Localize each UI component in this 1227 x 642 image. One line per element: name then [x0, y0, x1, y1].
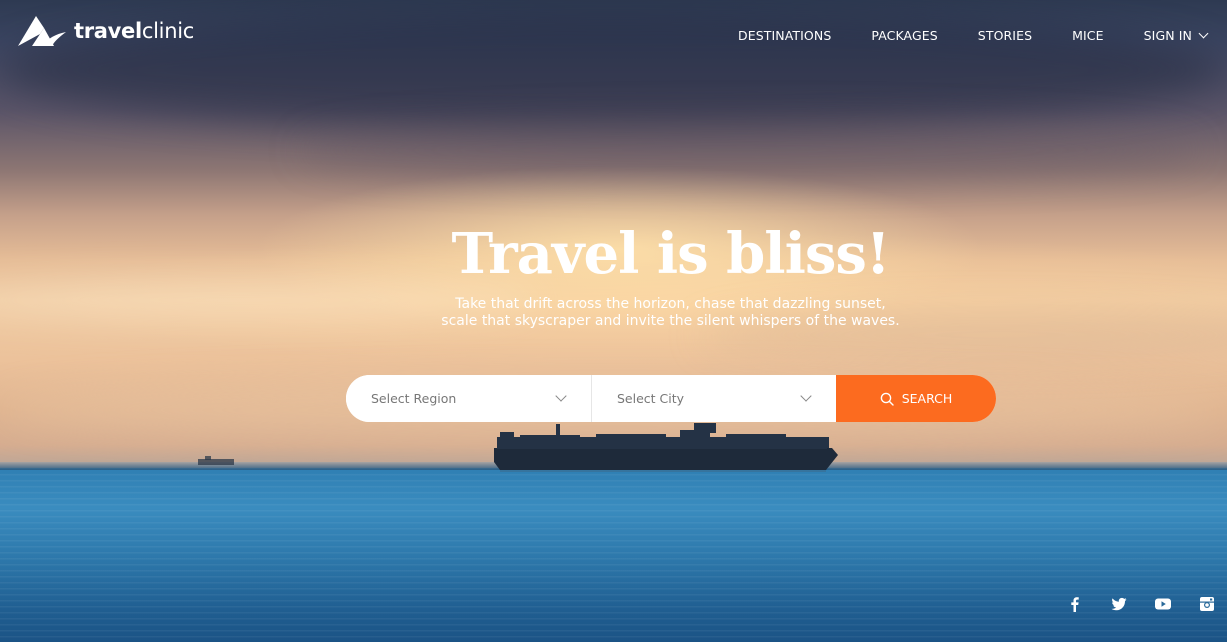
nav-item-packages[interactable]: PACKAGES [871, 28, 937, 43]
search-button-label: SEARCH [901, 391, 953, 406]
mountain-logo-icon [18, 16, 66, 46]
brand-logo[interactable]: travelclinic [18, 14, 194, 48]
hero-subtitle-line: Take that drift across the horizon, chas… [455, 296, 886, 312]
nav-item-stories[interactable]: STORIES [978, 28, 1032, 43]
region-select-value: Select Region [371, 391, 457, 406]
chevron-down-icon [800, 390, 812, 402]
hero-subtitle: Take that drift across the horizon, chas… [0, 296, 1227, 330]
nav-item-mice[interactable]: MICE [1072, 28, 1104, 43]
cloud-layer [300, 120, 1200, 180]
search-icon [880, 392, 894, 406]
brand-name: travelclinic [74, 18, 195, 43]
hero-title: Travel is bliss! [451, 221, 891, 287]
search-bar: Select Region Select City SEARCH [346, 375, 996, 422]
chevron-down-icon [555, 390, 567, 402]
nav-item-sign-in[interactable]: SIGN IN [1143, 27, 1209, 43]
sign-in-label: SIGN IN [1143, 27, 1192, 43]
sea-background [0, 468, 1227, 642]
youtube-icon[interactable] [1155, 596, 1171, 612]
brand-name-bold: travel [74, 18, 142, 43]
hero-section: travelclinic DESTINATIONS PACKAGES STORI… [0, 0, 1227, 642]
social-links [1067, 596, 1215, 612]
chevron-down-icon [1198, 28, 1209, 38]
brand-name-light: clinic [141, 18, 195, 43]
horizon-line [0, 462, 1227, 470]
search-button[interactable]: SEARCH [836, 375, 996, 422]
hero-subtitle-line: scale that skyscraper and invite the sil… [441, 313, 900, 329]
city-select-value: Select City [617, 391, 685, 406]
instagram-icon[interactable] [1199, 596, 1215, 612]
twitter-icon[interactable] [1111, 596, 1127, 612]
nav-item-destinations[interactable]: DESTINATIONS [738, 28, 831, 43]
region-select[interactable]: Select Region [346, 375, 591, 422]
city-select[interactable]: Select City [591, 375, 836, 422]
main-nav: DESTINATIONS PACKAGES STORIES MICE SIGN … [738, 26, 1209, 44]
facebook-icon[interactable] [1067, 596, 1083, 612]
